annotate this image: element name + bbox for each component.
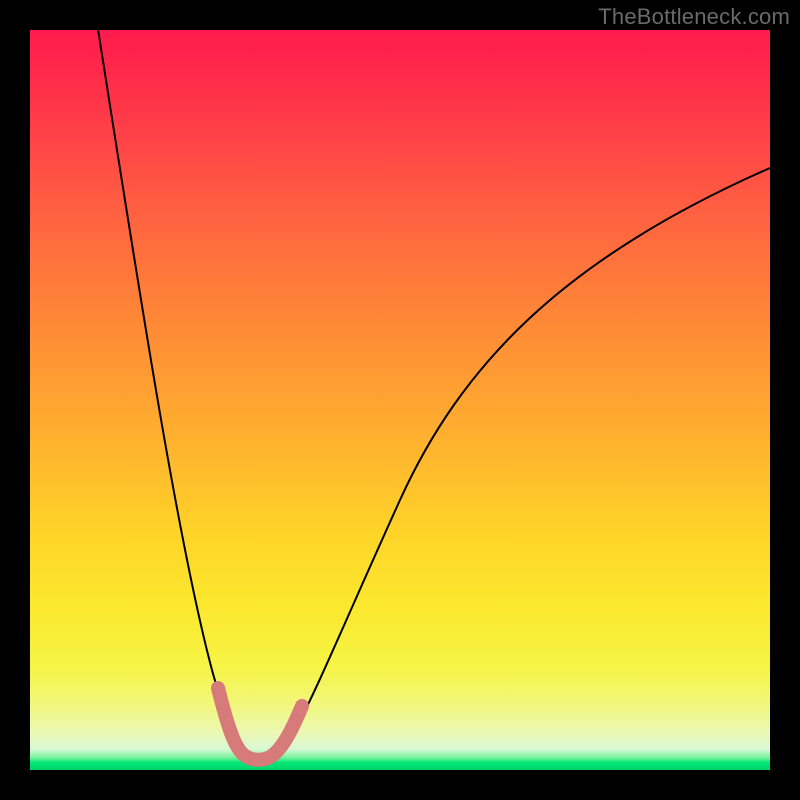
bottleneck-curve [95, 30, 770, 757]
curve-layer [30, 30, 770, 770]
watermark-text: TheBottleneck.com [598, 4, 790, 30]
chart-frame: TheBottleneck.com [0, 0, 800, 800]
plot-area [30, 30, 770, 770]
dip-highlight [218, 688, 302, 760]
